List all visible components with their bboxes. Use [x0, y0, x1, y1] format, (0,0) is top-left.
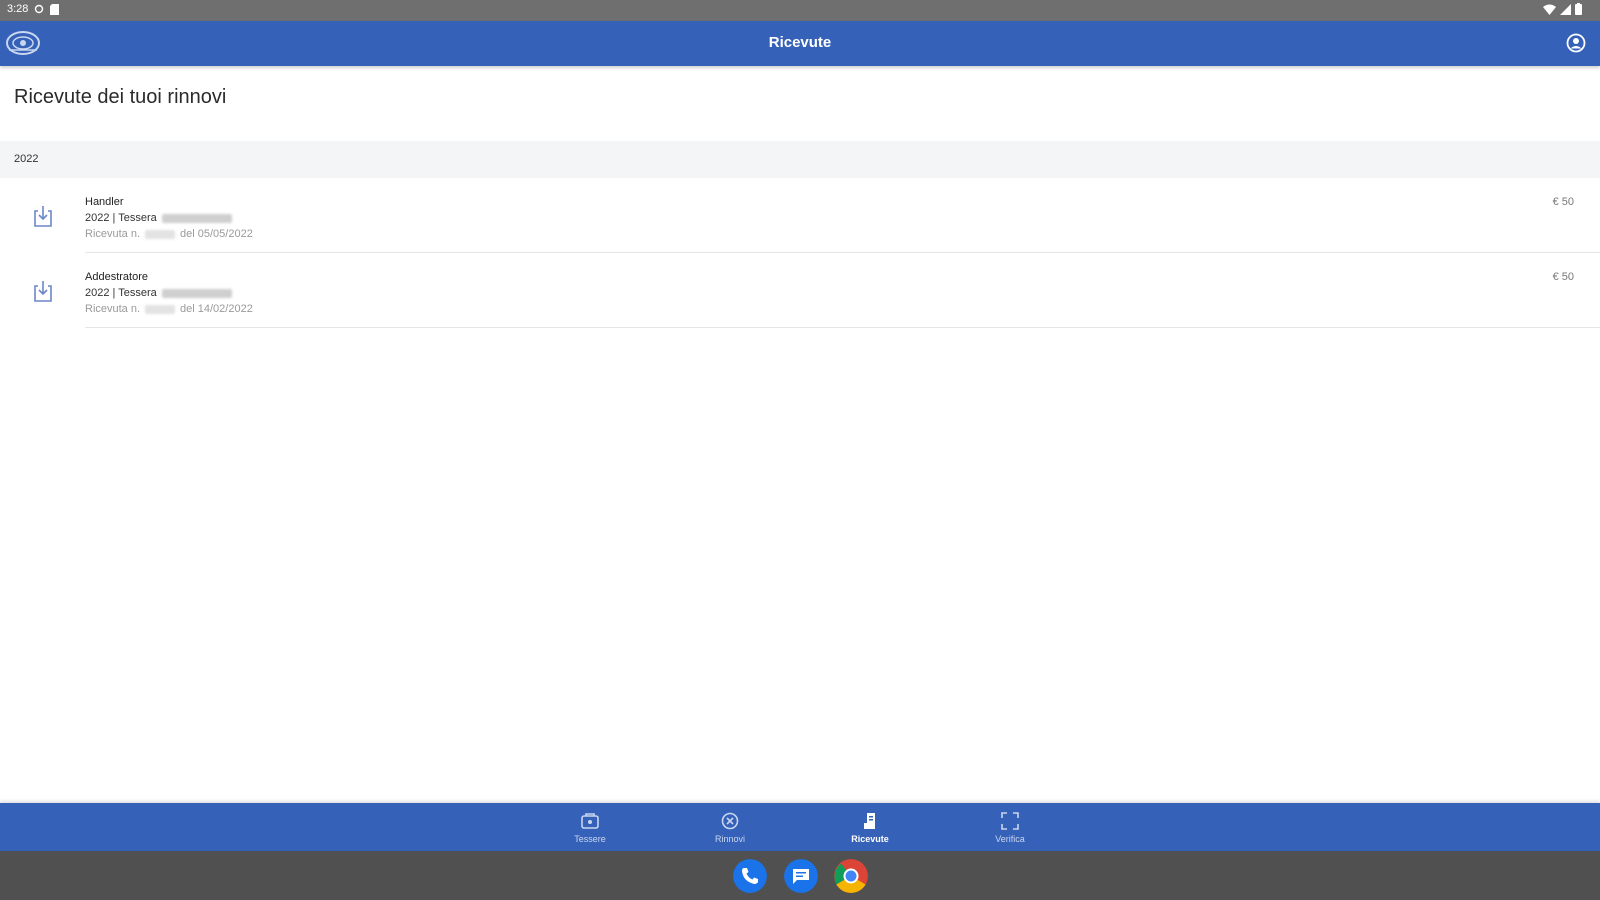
sync-icon: [35, 4, 44, 14]
receipt-list: Handler 2022 | Tessera Ricevuta n. del 0…: [0, 178, 1600, 328]
row-divider: [85, 327, 1600, 328]
receipt-card: 2022 | Tessera: [85, 287, 232, 299]
receipt-row[interactable]: Handler 2022 | Tessera Ricevuta n. del 0…: [0, 178, 1600, 253]
status-left: 3:28: [7, 3, 60, 15]
system-dock: [0, 851, 1600, 900]
renew-icon: [721, 812, 739, 830]
receipt-role: Handler: [85, 196, 124, 208]
chrome-icon[interactable]: [834, 859, 868, 893]
year-label: 2022: [14, 153, 39, 165]
receipt-date: del 05/05/2022: [180, 228, 253, 240]
redacted-receipt-number: [145, 229, 176, 239]
bottom-nav: Tessere Rinnovi Ricevute Verifica: [0, 803, 1600, 851]
nav-label: Ricevute: [851, 834, 889, 844]
receipt-number-label: Ricevuta n.: [85, 303, 141, 315]
nav-ricevute[interactable]: Ricevute: [820, 803, 920, 851]
card-icon: [581, 813, 599, 829]
receipt-row[interactable]: Addestratore 2022 | Tessera Ricevuta n. …: [0, 253, 1600, 328]
status-time: 3:28: [7, 3, 29, 15]
nav-tessere[interactable]: Tessere: [540, 803, 640, 851]
page-title: Ricevute dei tuoi rinnovi: [14, 86, 227, 108]
wifi-icon: [1543, 4, 1556, 15]
app-title: Ricevute: [768, 34, 832, 51]
receipt-amount: € 50: [1552, 271, 1574, 283]
nav-verifica[interactable]: Verifica: [960, 803, 1060, 851]
phone-icon[interactable]: [733, 859, 767, 893]
app-bar: Ricevute: [0, 21, 1600, 66]
scan-icon: [1001, 812, 1019, 830]
redacted-card-number: [161, 288, 232, 298]
receipt-role: Addestratore: [85, 271, 148, 283]
status-bar: 3:28: [0, 0, 1600, 21]
signal-icon: [1560, 3, 1571, 15]
receipt-icon: [864, 813, 875, 829]
download-icon[interactable]: [32, 279, 54, 303]
receipt-details: Ricevuta n. del 05/05/2022: [85, 228, 253, 240]
nav-label: Verifica: [995, 834, 1025, 844]
nav-label: Rinnovi: [714, 834, 745, 844]
receipt-card: 2022 | Tessera: [85, 212, 232, 224]
receipt-card-label: 2022 | Tessera: [85, 287, 157, 299]
account-icon[interactable]: [1566, 33, 1586, 53]
receipt-amount: € 50: [1552, 196, 1574, 208]
receipt-card-label: 2022 | Tessera: [85, 212, 157, 224]
redacted-receipt-number: [145, 304, 176, 314]
messages-icon[interactable]: [784, 859, 818, 893]
receipt-number-label: Ricevuta n.: [85, 228, 141, 240]
year-group-header: 2022: [0, 141, 1600, 178]
nav-label: Tessere: [574, 834, 606, 844]
receipt-details: Ricevuta n. del 14/02/2022: [85, 303, 253, 315]
receipt-date: del 14/02/2022: [180, 303, 253, 315]
download-icon[interactable]: [32, 204, 54, 228]
sd-card-icon: [50, 3, 60, 15]
nav-rinnovi[interactable]: Rinnovi: [680, 803, 780, 851]
battery-icon: [1575, 3, 1582, 15]
redacted-card-number: [161, 213, 232, 223]
status-right: [1543, 3, 1582, 15]
